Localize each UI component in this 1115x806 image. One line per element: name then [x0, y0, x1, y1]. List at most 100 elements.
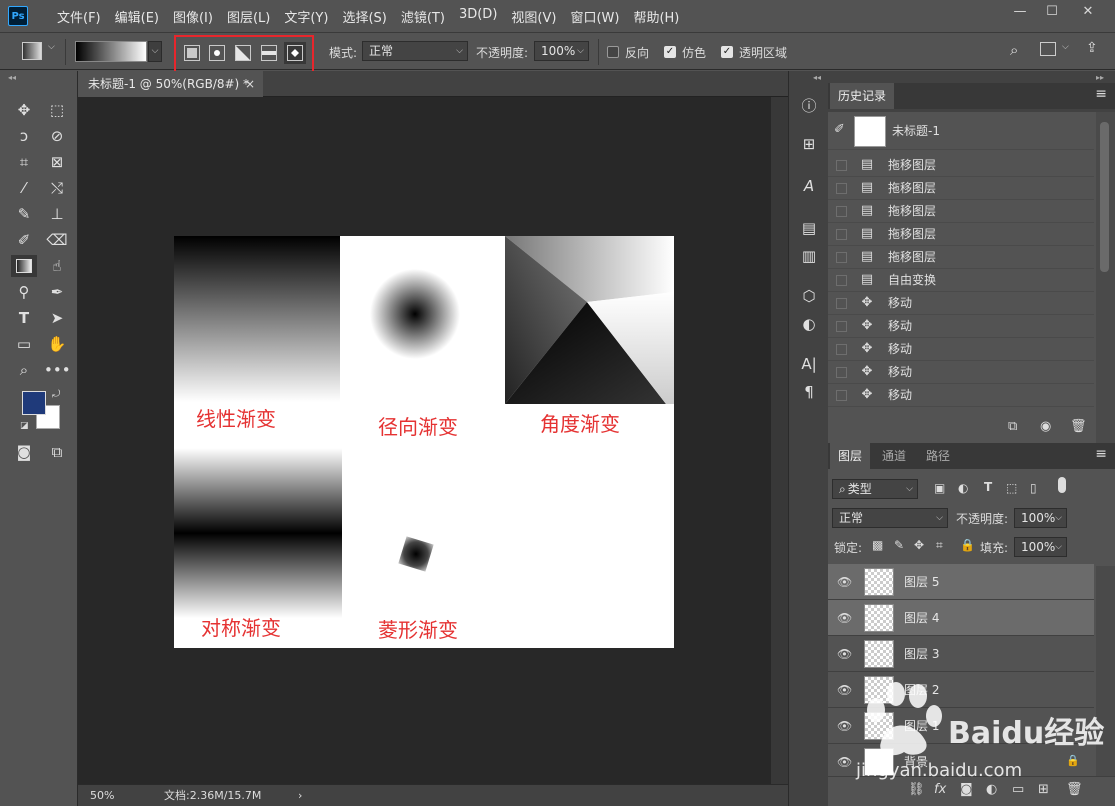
fx-icon[interactable]: fx — [934, 782, 946, 797]
dodge-tool-icon[interactable]: ⚲ — [11, 281, 37, 303]
filter-type-icon[interactable]: T — [984, 480, 992, 494]
camera-icon[interactable]: ◉ — [1040, 419, 1051, 434]
history-item[interactable]: ✥ 移动 — [828, 361, 1094, 384]
zoom-level[interactable]: 50% — [90, 785, 114, 806]
notes-icon[interactable]: ▥ — [798, 245, 820, 267]
link-layers-icon[interactable]: ⛓ — [908, 782, 925, 797]
move-tool-icon[interactable]: ✥ — [11, 99, 37, 121]
layer-filter-select[interactable]: ⌕ 类型 ⌵ — [832, 479, 918, 499]
trash-icon[interactable]: 🗑 — [1066, 782, 1083, 797]
history-item[interactable]: ✥ 移动 — [828, 384, 1094, 407]
vertical-scrollbar[interactable] — [771, 97, 788, 784]
healing-brush-tool-icon[interactable]: ⤭ — [44, 177, 70, 199]
collapse-icon[interactable]: ◂◂ — [813, 73, 821, 82]
chevron-down-icon[interactable]: ⌵ — [1062, 42, 1069, 52]
chevron-down-icon[interactable]: ⌵ — [48, 42, 55, 52]
history-item[interactable]: ▤ 自由变换 — [828, 269, 1094, 292]
eye-icon[interactable]: 👁 — [837, 647, 852, 661]
menu-3d[interactable]: 3D(D) — [452, 7, 504, 26]
blend-mode-select[interactable]: 正常 ⌵ — [832, 508, 948, 528]
smudge-tool-icon[interactable]: ☝ — [44, 255, 70, 277]
pen-tool-icon[interactable]: ✒ — [44, 281, 70, 303]
gradient-picker-dropdown[interactable]: ⌵ — [148, 41, 162, 62]
eraser-tool-icon[interactable]: ⌫ — [44, 229, 70, 251]
history-scrollbar[interactable] — [1096, 112, 1115, 479]
new-layer-icon[interactable]: ⊞ — [1038, 782, 1049, 797]
minimize-button[interactable]: — — [1006, 4, 1034, 20]
checkbox[interactable] — [836, 367, 847, 378]
gradient-preview[interactable] — [75, 41, 147, 62]
maximize-button[interactable]: ☐ — [1038, 4, 1066, 20]
rectangle-tool-icon[interactable]: ▭ — [11, 333, 37, 355]
tab-layers[interactable]: 图层 — [830, 443, 871, 469]
eyedropper-tool-icon[interactable]: ⁄ — [11, 177, 37, 199]
zoom-tool-icon[interactable]: ⌕ — [11, 359, 37, 381]
hand-tool-icon[interactable]: ✋ — [44, 333, 70, 355]
canvas[interactable]: 线性渐变 径向渐变 角度渐变 对称渐变 菱形渐变 — [174, 236, 674, 648]
history-item[interactable]: ✥ 移动 — [828, 315, 1094, 338]
history-item[interactable]: ▤ 拖移图层 — [828, 246, 1094, 269]
path-select-tool-icon[interactable]: ➤ — [44, 307, 70, 329]
checkbox[interactable] — [836, 206, 847, 217]
crop-tool-icon[interactable]: ⌗ — [11, 151, 37, 173]
history-item[interactable]: ▤ 拖移图层 — [828, 154, 1094, 177]
eye-icon[interactable]: 👁 — [837, 719, 852, 733]
brush-tool-icon[interactable]: ✎ — [11, 203, 37, 225]
default-colors-icon[interactable]: ◪ — [20, 421, 29, 431]
history-brush-source-icon[interactable]: ✐ — [834, 122, 845, 137]
scroll-thumb[interactable] — [1100, 122, 1109, 272]
status-menu-arrow[interactable]: › — [298, 785, 302, 806]
mode-select[interactable]: 正常 ⌵ — [362, 41, 468, 61]
filter-toggle-icon[interactable] — [1058, 477, 1066, 493]
layer-row[interactable]: 👁 背景 🔒 — [828, 744, 1094, 780]
screen-mode-icon[interactable]: ⧉ — [44, 441, 70, 463]
menu-type[interactable]: 文字(Y) — [277, 7, 335, 26]
adjustments-icon[interactable]: ◐ — [798, 313, 820, 335]
layer-row[interactable]: 👁 图层 3 — [828, 636, 1094, 672]
properties-icon[interactable]: ▤ — [798, 217, 820, 239]
lock-all-icon[interactable]: 🔒 — [960, 538, 975, 552]
layer-row[interactable]: 👁 图层 5 — [828, 564, 1094, 600]
menu-filter[interactable]: 滤镜(T) — [394, 7, 452, 26]
search-icon[interactable]: ⌕ — [1010, 41, 1018, 59]
frame-tool-icon[interactable]: ⊠ — [44, 151, 70, 173]
fill-input[interactable]: 100% ⌵ — [1014, 537, 1067, 557]
checkbox[interactable] — [836, 321, 847, 332]
tab-channels[interactable]: 通道 — [874, 443, 914, 469]
group-folder-icon[interactable]: ▭ — [1012, 782, 1024, 797]
filter-shape-icon[interactable]: ⬚ — [1006, 481, 1017, 495]
checkbox[interactable] — [836, 390, 847, 401]
gradient-tool-icon[interactable] — [11, 255, 37, 277]
layer-row[interactable]: 👁 图层 4 — [828, 600, 1094, 636]
checkbox[interactable] — [836, 344, 847, 355]
menu-image[interactable]: 图像(I) — [166, 7, 220, 26]
quick-select-tool-icon[interactable]: ⊘ — [44, 125, 70, 147]
swap-colors-icon[interactable]: ⤾ — [52, 389, 60, 400]
stamp-tool-icon[interactable]: ⊥ — [44, 203, 70, 225]
menu-edit[interactable]: 编辑(E) — [108, 7, 166, 26]
layer-opacity-input[interactable]: 100% ⌵ — [1014, 508, 1067, 528]
collapse-icon[interactable]: ◂◂ — [8, 73, 16, 82]
panel-menu-icon[interactable]: ≡ — [1095, 446, 1107, 462]
history-item[interactable]: ▤ 拖移图层 — [828, 200, 1094, 223]
adjustment-layer-icon[interactable]: ◐ — [986, 782, 997, 797]
menu-window[interactable]: 窗口(W) — [563, 7, 626, 26]
history-brush-tool-icon[interactable]: ✐ — [11, 229, 37, 251]
clone-source-icon[interactable]: ⊞ — [798, 133, 820, 155]
menu-view[interactable]: 视图(V) — [504, 7, 563, 26]
lock-pixels-icon[interactable]: ✎ — [894, 538, 904, 552]
type-tool-icon[interactable]: T — [11, 307, 37, 329]
character-style-icon[interactable]: A — [798, 175, 820, 197]
trash-icon[interactable]: 🗑 — [1070, 419, 1087, 434]
checkbox[interactable] — [836, 160, 847, 171]
filter-adjustment-icon[interactable]: ◐ — [958, 481, 968, 495]
checkbox[interactable] — [836, 252, 847, 263]
checkbox[interactable] — [836, 229, 847, 240]
menu-file[interactable]: 文件(F) — [50, 7, 108, 26]
panel-menu-icon[interactable]: ≡ — [1095, 86, 1107, 102]
menu-help[interactable]: 帮助(H) — [626, 7, 686, 26]
history-snapshot[interactable]: ✐ 未标题-1 — [828, 112, 1094, 150]
lock-position-icon[interactable]: ✥ — [914, 538, 924, 552]
layer-row[interactable]: 👁 图层 2 — [828, 672, 1094, 708]
tool-preset-icon[interactable] — [22, 42, 42, 60]
